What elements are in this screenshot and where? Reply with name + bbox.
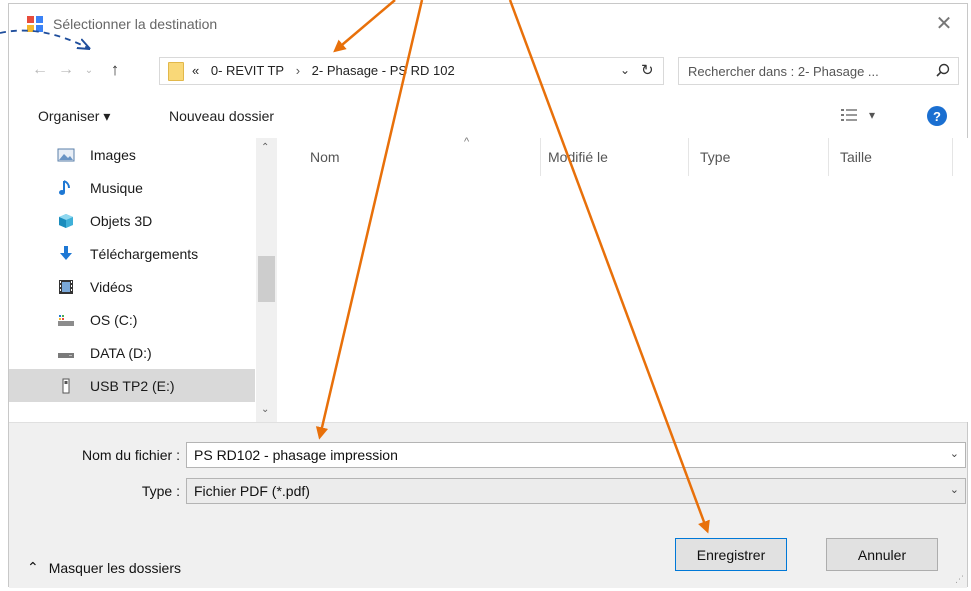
type-label: Type : bbox=[141, 483, 180, 499]
sidebar-item-data-d[interactable]: DATA (D:) bbox=[9, 336, 255, 369]
cancel-button[interactable]: Annuler bbox=[826, 538, 938, 571]
sidebar-item-os-c[interactable]: OS (C:) bbox=[9, 303, 255, 336]
details-view-icon bbox=[841, 109, 857, 121]
sidebar-item-images[interactable]: Images bbox=[9, 138, 255, 171]
filename-label: Nom du fichier : bbox=[81, 447, 180, 463]
usb-drive-icon bbox=[62, 378, 70, 393]
address-dropdown-icon[interactable]: ⌄ bbox=[620, 63, 630, 77]
sidebar-item-label: Vidéos bbox=[90, 278, 133, 295]
filename-value: PS RD102 - phasage impression bbox=[194, 447, 398, 463]
window-title: Sélectionner la destination bbox=[53, 16, 218, 32]
arrow-right-icon: → bbox=[58, 61, 74, 78]
refresh-icon[interactable]: ↻ bbox=[641, 61, 654, 79]
column-header-size[interactable]: Taille bbox=[840, 149, 872, 165]
arrow-left-icon: ← bbox=[32, 61, 48, 78]
search-placeholder: Rechercher dans : 2- Phasage ... bbox=[688, 64, 879, 79]
view-options-button[interactable]: ▾ bbox=[841, 108, 875, 122]
sidebar-item-label: Musique bbox=[90, 179, 143, 196]
cancel-button-label: Annuler bbox=[857, 546, 907, 563]
sidebar-item-videos[interactable]: Vidéos bbox=[9, 270, 255, 303]
forward-button[interactable]: → bbox=[55, 60, 77, 80]
sidebar-item-label: OS (C:) bbox=[90, 311, 138, 328]
column-header-modified[interactable]: Modifié le bbox=[548, 149, 608, 165]
arrow-up-icon: ↑ bbox=[110, 60, 120, 79]
hide-folders-label: Masquer les dossiers bbox=[48, 559, 182, 576]
column-header-type[interactable]: Type bbox=[700, 149, 730, 165]
scrollbar-thumb[interactable] bbox=[258, 256, 275, 302]
breadcrumb-item[interactable]: 2- Phasage - PS RD 102 bbox=[312, 63, 455, 78]
chevron-down-icon: ▾ bbox=[869, 108, 876, 122]
file-list[interactable]: ^ Nom Modifié le Type Taille bbox=[284, 136, 969, 422]
new-folder-button[interactable]: Nouveau dossier bbox=[169, 108, 274, 124]
chevron-down-icon: ⌄ bbox=[949, 484, 959, 496]
pictures-icon bbox=[57, 148, 75, 161]
save-button-label: Enregistrer bbox=[696, 546, 766, 563]
3d-objects-icon bbox=[59, 213, 73, 228]
column-divider[interactable] bbox=[828, 138, 829, 176]
sort-ascending-icon: ^ bbox=[464, 136, 470, 148]
hide-folders-toggle[interactable]: ⌃ Masquer les dossiers bbox=[27, 559, 181, 576]
system-drive-icon bbox=[58, 314, 74, 326]
sidebar-item-label: USB TP2 (E:) bbox=[90, 377, 175, 394]
sidebar-item-label: Images bbox=[90, 146, 136, 163]
navigation-pane: Images Musique Objets 3D Téléchargements… bbox=[9, 138, 277, 422]
downloads-icon bbox=[60, 245, 72, 260]
close-button[interactable]: ✕ bbox=[921, 4, 967, 42]
sidebar-item-3d-objects[interactable]: Objets 3D bbox=[9, 204, 255, 237]
save-button[interactable]: Enregistrer bbox=[675, 538, 787, 571]
sidebar-item-downloads[interactable]: Téléchargements bbox=[9, 237, 255, 270]
navigation-scrollbar[interactable]: ⌃ ⌄ bbox=[256, 138, 277, 422]
dialog-app-icon bbox=[27, 16, 43, 32]
resize-grip-icon[interactable]: ⋰ bbox=[955, 574, 964, 585]
search-input[interactable]: Rechercher dans : 2- Phasage ... bbox=[678, 57, 959, 85]
drive-icon bbox=[58, 352, 74, 358]
column-divider[interactable] bbox=[952, 138, 953, 176]
breadcrumb-item[interactable]: 0- REVIT TP bbox=[211, 63, 284, 78]
file-type-value: Fichier PDF (*.pdf) bbox=[194, 483, 310, 499]
navigation-row: ← → ⌄ ↑ « 0- REVIT TP › 2- Phasage - PS … bbox=[9, 54, 967, 86]
sidebar-item-label: Objets 3D bbox=[90, 212, 153, 229]
sidebar-item-usb-e[interactable]: USB TP2 (E:) bbox=[9, 369, 255, 402]
help-button[interactable]: ? bbox=[927, 106, 947, 126]
breadcrumb-separator-icon[interactable]: › bbox=[296, 63, 300, 78]
organise-menu-button[interactable]: Organiser ▾ bbox=[38, 108, 110, 125]
column-divider[interactable] bbox=[688, 138, 689, 176]
music-icon bbox=[59, 179, 70, 195]
folder-icon bbox=[168, 62, 184, 81]
search-icon[interactable] bbox=[936, 63, 950, 77]
scroll-up-icon[interactable]: ⌃ bbox=[261, 142, 269, 153]
breadcrumb: « 0- REVIT TP › 2- Phasage - PS RD 102 bbox=[192, 63, 463, 78]
filename-field[interactable]: PS RD102 - phasage impression ⌄ bbox=[186, 442, 966, 468]
save-dialog: Sélectionner la destination ✕ ← → ⌄ ↑ « … bbox=[8, 3, 969, 588]
title-bar: Sélectionner la destination ✕ bbox=[9, 4, 967, 42]
sidebar-item-music[interactable]: Musique bbox=[9, 171, 255, 204]
address-bar[interactable]: « 0- REVIT TP › 2- Phasage - PS RD 102 ⌄… bbox=[159, 57, 664, 85]
chevron-down-icon[interactable]: ⌄ bbox=[950, 447, 959, 460]
chevron-down-icon: ⌄ bbox=[84, 64, 94, 76]
chevron-up-icon: ⌃ bbox=[27, 559, 39, 575]
breadcrumb-overflow[interactable]: « bbox=[192, 63, 199, 78]
back-button[interactable]: ← bbox=[29, 60, 51, 80]
up-button[interactable]: ↑ bbox=[103, 60, 127, 80]
scroll-down-icon[interactable]: ⌄ bbox=[261, 404, 269, 415]
column-header-name[interactable]: Nom bbox=[310, 149, 340, 165]
videos-icon bbox=[59, 279, 73, 294]
save-form: Nom du fichier : PS RD102 - phasage impr… bbox=[9, 422, 967, 588]
command-bar: Organiser ▾ Nouveau dossier ▾ ? bbox=[9, 98, 967, 132]
close-icon: ✕ bbox=[935, 12, 953, 35]
file-type-select[interactable]: Fichier PDF (*.pdf) ⌄ bbox=[186, 478, 966, 504]
sidebar-item-label: Téléchargements bbox=[90, 245, 199, 262]
sidebar-item-label: DATA (D:) bbox=[90, 344, 152, 361]
help-icon: ? bbox=[933, 108, 941, 124]
column-divider[interactable] bbox=[540, 138, 541, 176]
recent-locations-button[interactable]: ⌄ bbox=[81, 60, 97, 80]
